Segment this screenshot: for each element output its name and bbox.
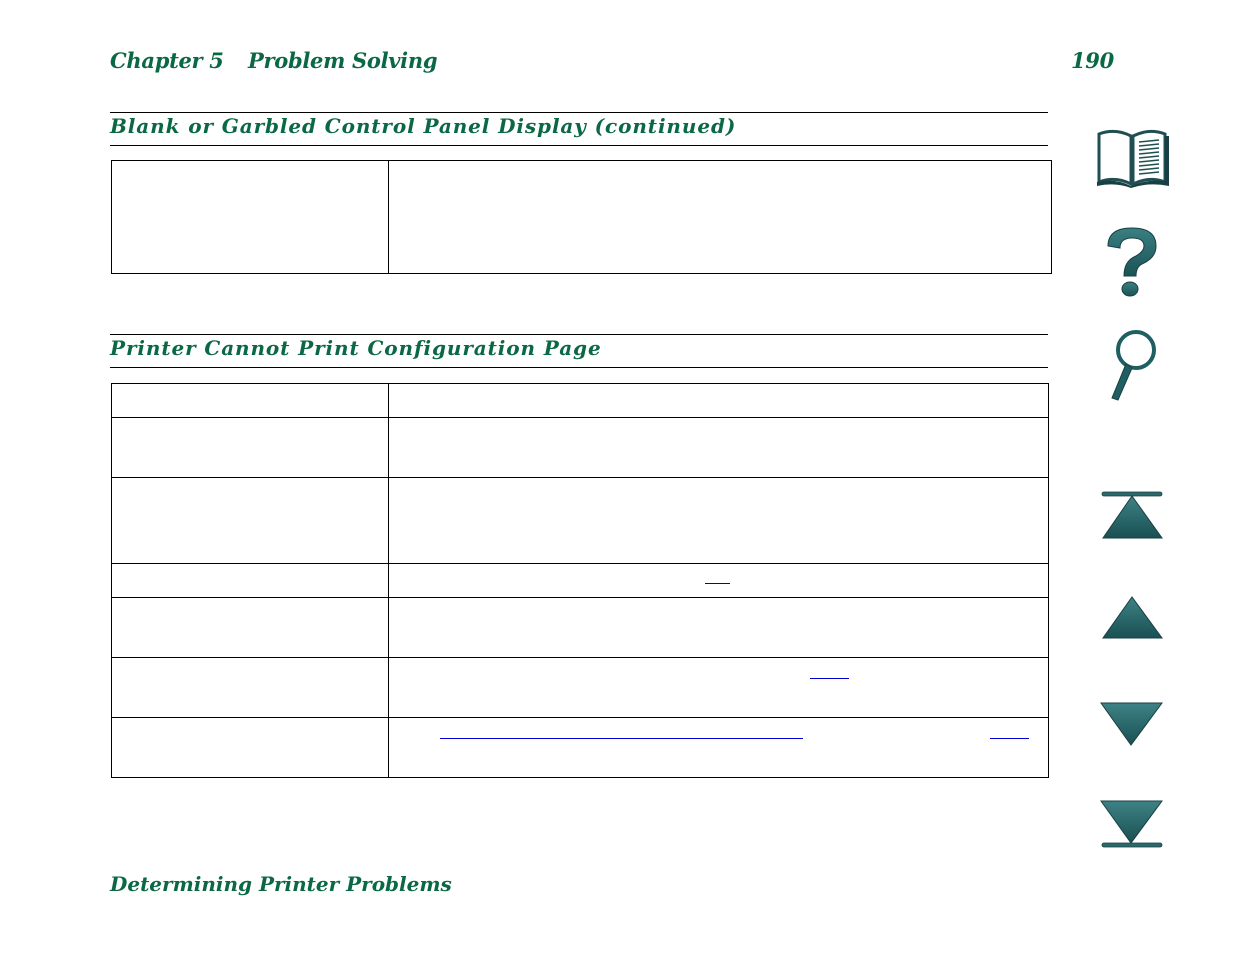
chapter-label: Chapter 5 xyxy=(110,48,224,73)
chapter-title: Problem Solving xyxy=(248,48,438,73)
cause-cell xyxy=(111,563,389,598)
cause-cell xyxy=(111,477,389,564)
next-page-icon[interactable] xyxy=(1098,700,1178,748)
cause-cell xyxy=(111,717,389,778)
search-magnifier-icon[interactable] xyxy=(1104,328,1184,404)
page-link[interactable] xyxy=(990,738,1029,739)
footer-section-name: Determining Printer Problems xyxy=(110,872,452,896)
section-rule-top xyxy=(110,334,1048,335)
page-link[interactable] xyxy=(705,583,730,584)
cause-cell xyxy=(111,417,389,478)
cause-cell xyxy=(111,160,389,274)
last-page-icon[interactable] xyxy=(1098,798,1178,852)
section-title-config-page: Printer Cannot Print Configuration Page xyxy=(110,336,602,360)
topic-link[interactable] xyxy=(440,738,803,739)
section-rule-top xyxy=(110,112,1048,113)
page-link[interactable] xyxy=(810,678,849,679)
previous-page-icon[interactable] xyxy=(1100,594,1180,640)
table-row xyxy=(111,563,1049,598)
table-row xyxy=(111,597,1049,658)
solution-cell xyxy=(388,383,1049,418)
section-rule-bottom xyxy=(110,367,1048,368)
solution-cell xyxy=(388,417,1049,478)
table-row xyxy=(111,417,1049,478)
table-header-row xyxy=(111,383,1049,418)
solution-cell xyxy=(388,477,1049,564)
config-page-table xyxy=(111,383,1049,778)
table-row xyxy=(111,160,1052,274)
help-question-icon[interactable] xyxy=(1102,226,1182,300)
first-page-icon[interactable] xyxy=(1100,490,1180,542)
table-row xyxy=(111,717,1049,778)
solution-cell xyxy=(388,160,1052,274)
contents-book-icon[interactable] xyxy=(1095,128,1175,188)
section-rule-bottom xyxy=(110,145,1048,146)
table-row xyxy=(111,477,1049,564)
solution-cell xyxy=(388,563,1049,598)
page-number: 190 xyxy=(1071,48,1114,73)
blank-display-table xyxy=(111,160,1052,274)
solution-cell xyxy=(388,657,1049,718)
cause-cell xyxy=(111,657,389,718)
cause-cell xyxy=(111,383,389,418)
section-title-blank-display: Blank or Garbled Control Panel Display (… xyxy=(110,114,737,138)
table-row xyxy=(111,657,1049,718)
solution-cell xyxy=(388,717,1049,778)
solution-cell xyxy=(388,597,1049,658)
cause-cell xyxy=(111,597,389,658)
